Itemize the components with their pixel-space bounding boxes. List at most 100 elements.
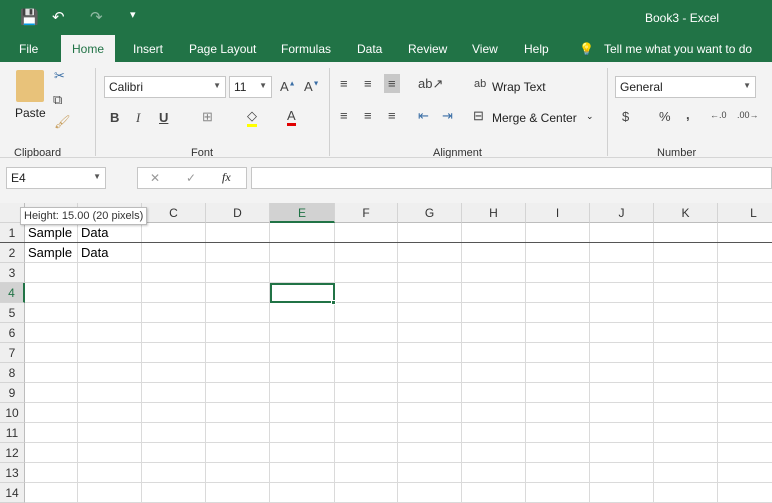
cell-F14[interactable] (335, 483, 398, 503)
cell-A13[interactable] (25, 463, 78, 483)
increase-decimal-icon[interactable]: ←.0 (710, 110, 727, 120)
cell-G2[interactable] (398, 243, 462, 263)
cell-L6[interactable] (718, 323, 772, 343)
italic-button[interactable]: I (136, 110, 140, 126)
cell-H4[interactable] (462, 283, 526, 303)
cell-A8[interactable] (25, 363, 78, 383)
cell-L12[interactable] (718, 443, 772, 463)
fill-handle[interactable] (331, 300, 336, 305)
cell-C4[interactable] (142, 283, 206, 303)
cell-D9[interactable] (206, 383, 270, 403)
cell-J5[interactable] (590, 303, 654, 323)
cell-B5[interactable] (78, 303, 142, 323)
cell-K2[interactable] (654, 243, 718, 263)
cell-C11[interactable] (142, 423, 206, 443)
tab-review[interactable]: Review (408, 42, 447, 56)
align-right-icon[interactable]: ≡ (388, 108, 396, 123)
cell-D13[interactable] (206, 463, 270, 483)
cell-C5[interactable] (142, 303, 206, 323)
top-align-icon[interactable]: ≡ (340, 76, 348, 91)
redo-icon[interactable]: ↷ (90, 8, 103, 26)
cell-E1[interactable] (270, 223, 335, 243)
cell-H9[interactable] (462, 383, 526, 403)
cell-F4[interactable] (335, 283, 398, 303)
number-format-select[interactable]: General ▼ (615, 76, 756, 98)
cell-G9[interactable] (398, 383, 462, 403)
cell-I1[interactable] (526, 223, 590, 243)
cell-F11[interactable] (335, 423, 398, 443)
cell-E9[interactable] (270, 383, 335, 403)
cell-A2[interactable]: Sample (25, 243, 78, 263)
cell-J10[interactable] (590, 403, 654, 423)
font-name-select[interactable]: Calibri ▼ (104, 76, 226, 98)
cancel-icon[interactable]: ✕ (150, 171, 160, 185)
cell-F13[interactable] (335, 463, 398, 483)
align-left-icon[interactable]: ≡ (340, 108, 348, 123)
cell-H1[interactable] (462, 223, 526, 243)
cell-D8[interactable] (206, 363, 270, 383)
column-header-K[interactable]: K (654, 203, 718, 223)
enter-icon[interactable]: ✓ (186, 171, 196, 185)
cell-H6[interactable] (462, 323, 526, 343)
cell-D4[interactable] (206, 283, 270, 303)
cell-J3[interactable] (590, 263, 654, 283)
cell-I3[interactable] (526, 263, 590, 283)
cell-K4[interactable] (654, 283, 718, 303)
cell-E10[interactable] (270, 403, 335, 423)
cell-D6[interactable] (206, 323, 270, 343)
cell-G10[interactable] (398, 403, 462, 423)
undo-icon[interactable]: ↶ (52, 8, 65, 26)
cell-A9[interactable] (25, 383, 78, 403)
cell-K9[interactable] (654, 383, 718, 403)
cell-J4[interactable] (590, 283, 654, 303)
orientation-icon[interactable]: ab↗ (418, 76, 443, 92)
cell-C9[interactable] (142, 383, 206, 403)
row-header-9[interactable]: 9 (0, 383, 25, 403)
underline-button[interactable]: U (159, 110, 168, 125)
cell-J2[interactable] (590, 243, 654, 263)
cell-F5[interactable] (335, 303, 398, 323)
cell-F3[interactable] (335, 263, 398, 283)
cell-L9[interactable] (718, 383, 772, 403)
cell-L2[interactable] (718, 243, 772, 263)
cell-F9[interactable] (335, 383, 398, 403)
cell-B9[interactable] (78, 383, 142, 403)
cell-L14[interactable] (718, 483, 772, 503)
cell-C7[interactable] (142, 343, 206, 363)
column-header-L[interactable]: L (718, 203, 772, 223)
cell-L3[interactable] (718, 263, 772, 283)
cell-C3[interactable] (142, 263, 206, 283)
font-size-select[interactable]: 11 ▼ (229, 76, 272, 98)
row-header-6[interactable]: 6 (0, 323, 25, 343)
cell-I10[interactable] (526, 403, 590, 423)
cell-A4[interactable] (25, 283, 78, 303)
cell-C10[interactable] (142, 403, 206, 423)
row-header-5[interactable]: 5 (0, 303, 25, 323)
cell-L4[interactable] (718, 283, 772, 303)
cell-I13[interactable] (526, 463, 590, 483)
cell-K5[interactable] (654, 303, 718, 323)
cell-G14[interactable] (398, 483, 462, 503)
cell-F10[interactable] (335, 403, 398, 423)
cell-E13[interactable] (270, 463, 335, 483)
cell-K14[interactable] (654, 483, 718, 503)
cell-E3[interactable] (270, 263, 335, 283)
cell-K11[interactable] (654, 423, 718, 443)
tab-view[interactable]: View (472, 42, 498, 56)
row-header-3[interactable]: 3 (0, 263, 25, 283)
tab-data[interactable]: Data (357, 42, 382, 56)
cell-D2[interactable] (206, 243, 270, 263)
cell-A11[interactable] (25, 423, 78, 443)
cell-A14[interactable] (25, 483, 78, 503)
cell-B11[interactable] (78, 423, 142, 443)
decrease-font-icon[interactable]: A▼ (304, 79, 320, 94)
cell-I11[interactable] (526, 423, 590, 443)
tab-insert[interactable]: Insert (133, 42, 163, 56)
column-header-D[interactable]: D (206, 203, 270, 223)
cell-E2[interactable] (270, 243, 335, 263)
merge-dropdown-icon[interactable]: ⌄ (586, 111, 594, 122)
column-header-E[interactable]: E (270, 203, 335, 223)
cell-B4[interactable] (78, 283, 142, 303)
cell-K13[interactable] (654, 463, 718, 483)
cell-L7[interactable] (718, 343, 772, 363)
